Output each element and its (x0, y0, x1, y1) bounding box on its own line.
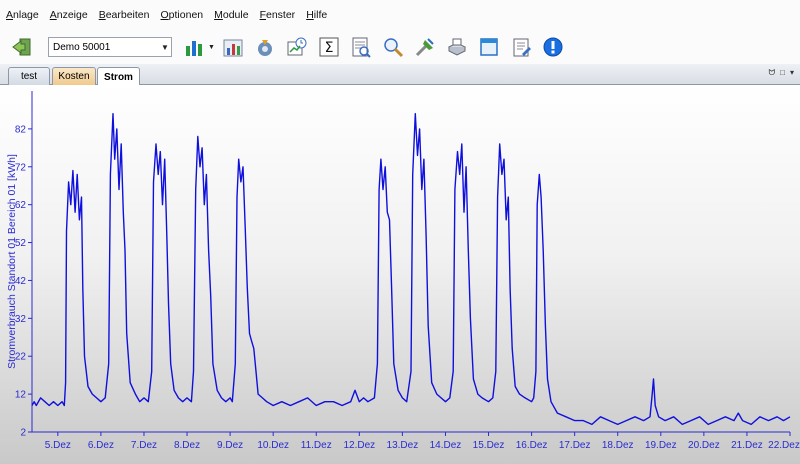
x-tick-label: 9.Dez (217, 440, 243, 451)
exit-icon[interactable] (10, 35, 34, 59)
chevron-down-icon[interactable]: ▼ (159, 43, 171, 52)
notes-icon[interactable] (509, 35, 533, 59)
project-combo-value: Demo 50001 (53, 41, 111, 53)
report-icon[interactable] (349, 35, 373, 59)
x-tick-label: 6.Dez (88, 440, 114, 451)
x-tick-label: 15.Dez (473, 440, 505, 451)
x-tick-label: 10.Dez (257, 440, 289, 451)
tab-kosten[interactable]: Kosten (52, 67, 96, 85)
tab-bar: test Kosten Strom ᗢ □ ▾ (0, 64, 800, 86)
chart-area: 2 12 22 32 42 52 62 72 82 5.Dez 6.Dez 7.Dez 8.Dez 9.D… (0, 85, 800, 464)
tab-strom[interactable]: Strom (97, 67, 140, 86)
menu-item-anlage[interactable]: Anlage (6, 9, 39, 21)
maximize-window-icon[interactable]: □ (780, 68, 785, 78)
sum-icon[interactable]: Σ (317, 35, 341, 59)
y-tick-label: 82 (15, 124, 27, 135)
x-tick-label: 17.Dez (559, 440, 591, 451)
ticks: 212223242526272825.Dez 6.Dez 7.Dez 8.Dez 9.D… (15, 124, 800, 451)
consumption-chart: 212223242526272825.Dez 6.Dez 7.Dez 8.Dez 9.D… (6, 91, 800, 451)
schedule-icon[interactable] (285, 35, 309, 59)
zoom-icon[interactable] (381, 35, 405, 59)
window-menu-icon[interactable]: ▾ (790, 68, 794, 78)
series-line-0 (31, 113, 791, 426)
multi-chart-icon[interactable] (221, 35, 245, 59)
axes (31, 91, 790, 433)
menu-bar: Anlage Anzeige Bearbeiten Optionen Module Fen… (0, 0, 800, 30)
x-tick-label: 12.Dez (343, 440, 375, 451)
x-tick-label: 7.Dez (131, 440, 157, 451)
menu-item-bearbeiten[interactable]: Bearbeiten (99, 9, 150, 21)
x-tick-label: 20.Dez (688, 440, 720, 451)
toolbar: Demo 50001 ▼ ▼ Σ (0, 30, 800, 64)
y-tick-label: 2 (20, 428, 26, 439)
x-tick-label: 11.Dez (301, 440, 332, 451)
series-group (31, 113, 791, 426)
window-icon[interactable] (477, 35, 501, 59)
project-combo[interactable]: Demo 50001 ▼ (48, 37, 172, 57)
y-axis-title: Stromverbrauch Standort 01 Bereich 01 [k… (6, 154, 18, 369)
svg-text:Σ: Σ (325, 40, 334, 56)
x-tick-label: 13.Dez (387, 440, 419, 451)
menu-item-hilfe[interactable]: Hilfe (306, 9, 327, 21)
chevron-down-icon[interactable]: ▼ (208, 44, 215, 51)
wizard-icon[interactable] (253, 35, 277, 59)
float-window-icon[interactable]: ᗢ (769, 68, 776, 78)
tools-icon[interactable] (413, 35, 437, 59)
window-controls: ᗢ □ ▾ (769, 68, 795, 78)
y-tick-label: 12 (15, 390, 27, 401)
info-icon[interactable] (541, 35, 565, 59)
x-tick-label: 14.Dez (430, 440, 462, 451)
x-tick-label: 5.Dez (45, 440, 71, 451)
menu-item-module[interactable]: Module (214, 9, 248, 21)
x-tick-label: 19.Dez (645, 440, 677, 451)
x-tick-label: 8.Dez (174, 440, 200, 451)
menu-item-optionen[interactable]: Optionen (161, 9, 204, 21)
x-tick-label: 18.Dez (602, 440, 634, 451)
bar-chart-icon[interactable] (182, 35, 206, 59)
x-tick-label: 22.Dez (768, 440, 800, 451)
x-tick-label: 21.Dez (731, 440, 763, 451)
menu-item-anzeige[interactable]: Anzeige (50, 9, 88, 21)
x-tick-label: 16.Dez (516, 440, 548, 451)
print-icon[interactable] (445, 35, 469, 59)
menu-item-fenster[interactable]: Fenster (260, 9, 296, 21)
tab-test[interactable]: test (8, 67, 50, 85)
